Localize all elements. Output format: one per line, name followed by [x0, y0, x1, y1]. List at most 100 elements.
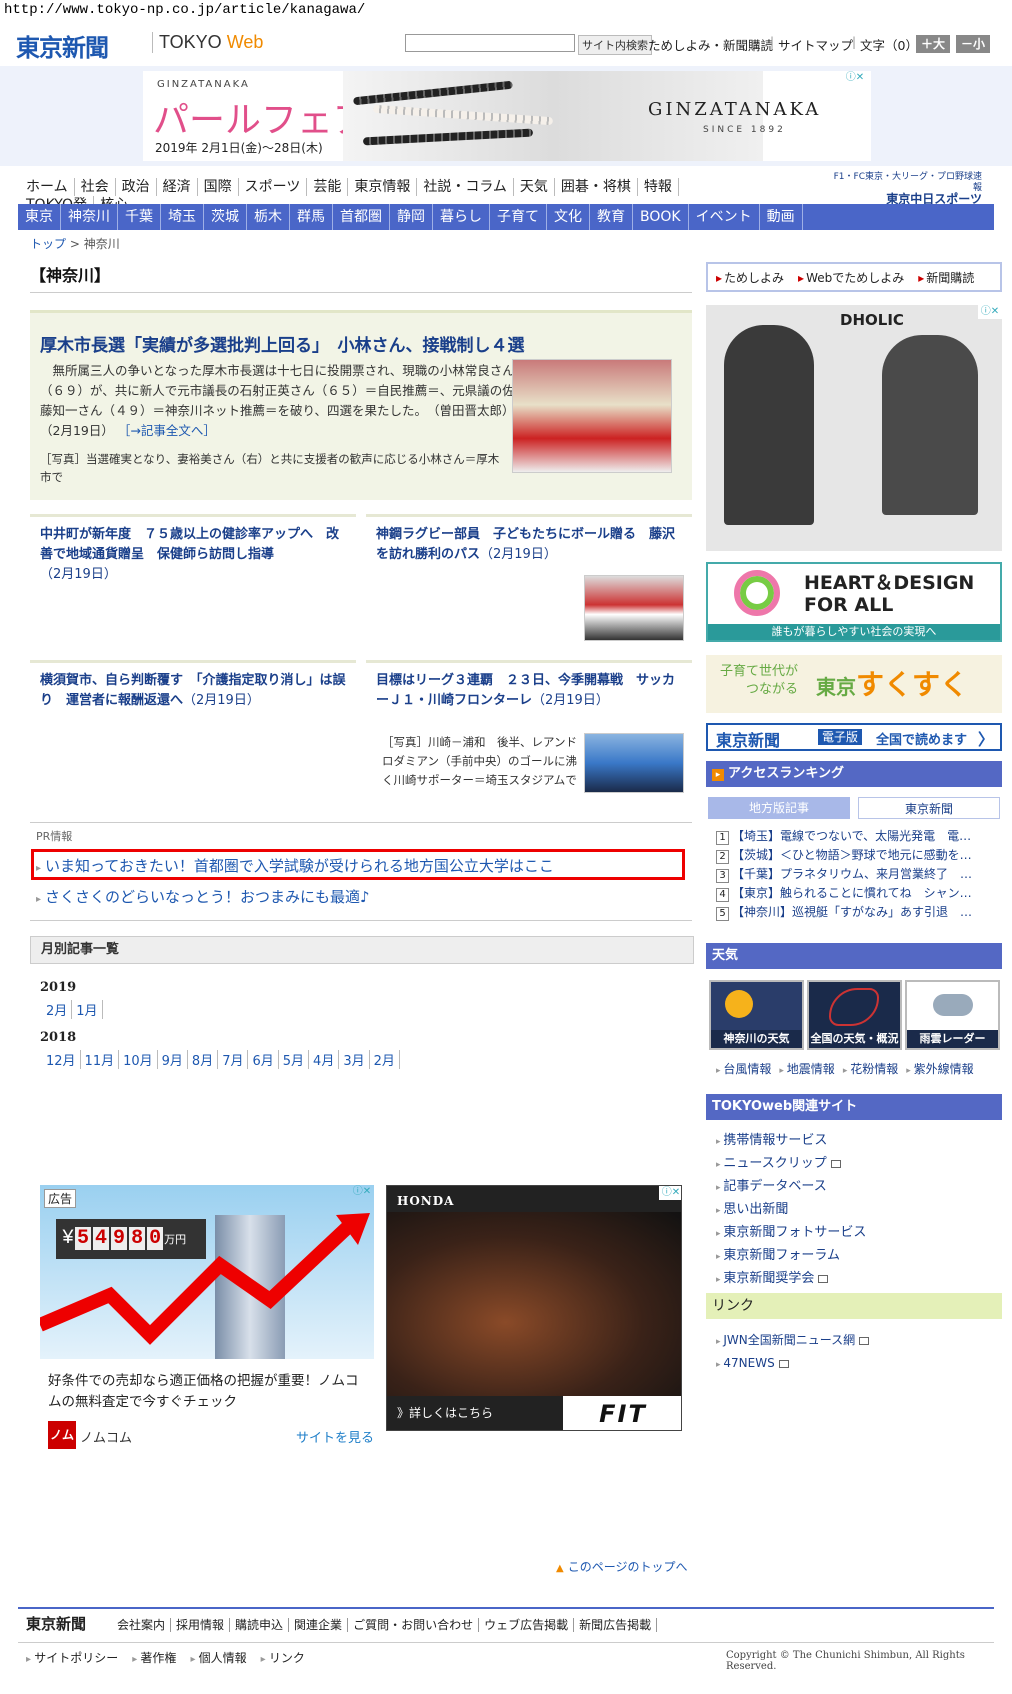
footer-link[interactable]: リンク — [261, 1651, 305, 1665]
region-nav-item[interactable]: 文化 — [547, 204, 590, 230]
weather-link[interactable]: 紫外線情報 — [906, 1062, 973, 1076]
sukusuku-banner[interactable]: 子育て世代が つながる 東京すくすく — [706, 655, 1002, 713]
nav-item[interactable]: 囲碁・将棋 — [555, 178, 638, 196]
footer-link[interactable]: 著作権 — [132, 1651, 176, 1665]
region-nav-item[interactable]: 東京 — [18, 204, 61, 230]
region-nav-item[interactable]: 教育 — [590, 204, 633, 230]
text-size-down-button[interactable]: －小 — [956, 35, 991, 53]
ranking-item[interactable]: 4 【東京】触られることに慣れてね シャン… — [716, 884, 1000, 903]
related-link[interactable]: 東京新聞フォーラム — [716, 1245, 866, 1268]
sub-article-title[interactable]: 神鋼ラグビー部員 子どもたちにボール贈る 藤沢を訪れ勝利のパス（2月19日） — [376, 525, 682, 565]
web-trial-button[interactable]: Webでためしよみ — [798, 269, 904, 286]
lead-headline[interactable]: 厚木市長選「実績が多選批判上回る」 小林さん、接戦制し４選 — [40, 331, 525, 356]
pr-link[interactable]: さくさくのどらいなっとう！おつまみにも最適♪ — [36, 886, 370, 907]
nav-item[interactable]: 特報 — [638, 178, 679, 196]
nav-item[interactable]: 東京情報 — [348, 178, 418, 196]
trial-subscribe-link[interactable]: ためしよみ・新聞購読 — [648, 35, 773, 54]
sub-article-title[interactable]: 横須賀市、自ら判断覆す 「介護指定取り消し」は誤り 運営者に報酬返還へ（2月19… — [40, 671, 346, 711]
related-link[interactable]: ニュースクリップ — [716, 1153, 866, 1176]
nav-item[interactable]: スポーツ — [239, 178, 308, 196]
visit-site-link[interactable]: サイトを見る — [296, 1427, 374, 1446]
adchoices-icon[interactable]: ⓘ✕ — [843, 71, 867, 85]
fashion-ad[interactable]: DHOLIC ⓘ✕ — [706, 305, 1002, 551]
site-search-input[interactable] — [405, 34, 575, 52]
region-nav-item[interactable]: BOOK — [633, 204, 689, 230]
nav-item[interactable]: 芸能 — [307, 178, 349, 196]
nav-item[interactable]: 国際 — [198, 178, 239, 196]
adchoices-icon[interactable]: ⓘ✕ — [978, 305, 1002, 319]
pearl-fair-ad[interactable]: GINZATANAKA パールフェア 2019年 2月1日(金)〜28日(木) … — [143, 71, 871, 161]
adchoices-icon[interactable]: ⓘ✕ — [350, 1185, 374, 1199]
nav-item[interactable]: 社会 — [75, 178, 116, 196]
region-nav-item[interactable]: 群馬 — [290, 204, 333, 230]
ranking-item[interactable]: 1 【埼玉】電線でつないで、太陽光発電 電… — [716, 827, 1000, 846]
trial-read-button[interactable]: ためしよみ — [716, 269, 784, 286]
region-nav-item[interactable]: 暮らし — [433, 204, 490, 230]
footer-link[interactable]: サイトポリシー — [26, 1651, 118, 1665]
chunichi-sports-link[interactable]: F1・FC東京・大リーグ・プロ野球速報 東京中日スポーツ — [832, 172, 982, 207]
region-nav-item[interactable]: 埼玉 — [161, 204, 204, 230]
related-link[interactable]: 東京新聞フォトサービス — [716, 1222, 866, 1245]
footer-link[interactable]: ウェブ広告掲載 — [479, 1618, 575, 1632]
region-nav-item[interactable]: 千葉 — [118, 204, 161, 230]
details-link[interactable]: 》詳しくはこちら — [397, 1404, 493, 1421]
sub-article-title[interactable]: 中井町が新年度 ７５歳以上の健診率アップへ 改善で地域通貨贈呈 保健師ら訪問し指… — [40, 525, 346, 585]
archive-month-link[interactable]: 5月 — [279, 1050, 310, 1069]
ranking-item[interactable]: 5 【神奈川】巡視艇「すがなみ」あす引退 … — [716, 903, 1000, 922]
footer-logo[interactable]: 東京新聞 — [26, 1613, 86, 1634]
archive-month-link[interactable]: 1月 — [72, 1000, 103, 1019]
weather-tile-national[interactable]: 全国の天気・概況 — [807, 980, 902, 1050]
archive-month-link[interactable]: 8月 — [188, 1050, 219, 1069]
related-link[interactable]: 携帯情報サービス — [716, 1130, 866, 1153]
region-nav-item[interactable]: 茨城 — [204, 204, 247, 230]
site-logo[interactable]: 東京新聞 — [16, 28, 109, 63]
footer-link[interactable]: 個人情報 — [190, 1651, 246, 1665]
footer-link[interactable]: 会社案内 — [112, 1618, 172, 1632]
weather-link[interactable]: 地震情報 — [779, 1062, 834, 1076]
weather-link[interactable]: 台風情報 — [716, 1062, 771, 1076]
archive-month-link[interactable]: 7月 — [218, 1050, 249, 1069]
subscribe-button[interactable]: 新聞購読 — [918, 269, 974, 286]
footer-link[interactable]: 採用情報 — [171, 1618, 231, 1632]
region-nav-item[interactable]: 首都圏 — [333, 204, 390, 230]
external-link[interactable]: JWN全国新聞ニュース網 — [716, 1330, 870, 1353]
nav-item[interactable]: 天気 — [514, 178, 555, 196]
weather-tile-radar[interactable]: 雨雲レーダー — [905, 980, 1000, 1050]
tokyo-web-logo[interactable]: TOKYO Web — [152, 32, 263, 53]
site-search-button[interactable]: サイト内検索 — [578, 35, 652, 55]
nav-item[interactable]: 経済 — [157, 178, 198, 196]
nomucom-ad[interactable]: 広告 ¥5 4 9 8 0 万円 ⓘ✕ 好条件での売却なら適正価格の把握が重要！ノムコムの… — [40, 1185, 374, 1449]
nav-item[interactable]: ホーム — [20, 178, 75, 196]
archive-month-link[interactable]: 2月 — [370, 1050, 400, 1069]
read-more-link[interactable]: ［→記事全文へ］ — [118, 423, 216, 438]
footer-link[interactable]: 関連企業 — [289, 1618, 349, 1632]
archive-month-link[interactable]: 12月 — [42, 1050, 81, 1069]
region-nav-item[interactable]: 神奈川 — [61, 204, 118, 230]
related-link[interactable]: 思い出新聞 — [716, 1199, 866, 1222]
region-nav-item[interactable]: 栃木 — [247, 204, 290, 230]
archive-month-link[interactable]: 2月 — [42, 1000, 73, 1019]
adchoices-icon[interactable]: ⓘ✕ — [659, 1186, 681, 1200]
external-link[interactable]: 47NEWS — [716, 1353, 869, 1376]
text-size-up-button[interactable]: ＋大 — [916, 35, 951, 53]
ranking-item[interactable]: 2 【茨城】＜ひと物語＞野球で地元に感動を… — [716, 846, 1000, 865]
related-link[interactable]: 記事データベース — [716, 1176, 866, 1199]
archive-month-link[interactable]: 11月 — [81, 1050, 120, 1069]
weather-link[interactable]: 花粉情報 — [843, 1062, 898, 1076]
archive-month-link[interactable]: 10月 — [119, 1050, 158, 1069]
soccer-photo[interactable] — [584, 733, 684, 793]
tab-regional-articles[interactable]: 地方版記事 — [708, 797, 850, 819]
region-nav-item[interactable]: イベント — [689, 204, 760, 230]
footer-link[interactable]: ご質問・お問い合わせ — [348, 1618, 480, 1632]
sub-article-title[interactable]: 目標はリーグ３連覇 ２３日、今季開幕戦 サッカーＪ１・川崎フロンターレ（2月19… — [376, 671, 682, 711]
related-link[interactable]: 東京新聞奨学会 — [716, 1268, 866, 1291]
lead-photo[interactable] — [512, 359, 672, 473]
archive-month-link[interactable]: 9月 — [158, 1050, 188, 1069]
archive-month-link[interactable]: 4月 — [309, 1050, 340, 1069]
nav-item[interactable]: 政治 — [116, 178, 157, 196]
region-nav-item[interactable]: 子育て — [490, 204, 547, 230]
footer-link[interactable]: 新聞広告掲載 — [574, 1618, 658, 1632]
honda-fit-ad[interactable]: HONDA ⓘ✕ 》詳しくはこちら FIT — [386, 1185, 682, 1431]
digital-edition-banner[interactable]: 東京新聞 電子版 全国で読めます 〉 — [706, 723, 1002, 751]
sitemap-link[interactable]: サイトマップ — [778, 35, 853, 54]
